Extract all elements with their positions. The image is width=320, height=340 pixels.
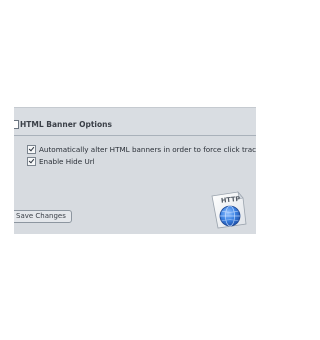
force-click-tracking-checkbox[interactable] (27, 144, 36, 154)
option-force-click-tracking[interactable]: Automatically alter HTML banners in orde… (27, 144, 256, 154)
option-label: Enable Hide Url (39, 156, 95, 166)
http-document-icon: HTTP (211, 190, 247, 229)
divider (14, 135, 256, 136)
save-changes-button[interactable]: Save Changes (14, 210, 72, 223)
enable-hide-url-checkbox[interactable] (27, 156, 36, 166)
collapse-toggle-icon[interactable] (14, 120, 19, 129)
panel-header: HTML Banner Options (14, 107, 256, 136)
option-label: Automatically alter HTML banners in orde… (39, 144, 256, 154)
panel-title: HTML Banner Options (20, 120, 112, 129)
option-enable-hide-url[interactable]: Enable Hide Url (27, 156, 95, 166)
